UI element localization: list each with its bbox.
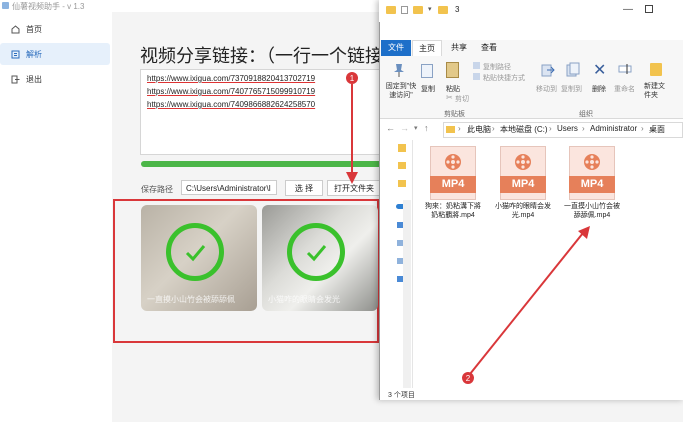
choose-button[interactable]: 选 择 bbox=[285, 180, 323, 196]
result-card[interactable]: 一直摸小山竹会被舔舔佩 bbox=[141, 205, 257, 311]
save-path-input[interactable]: C:\Users\Administrator\I bbox=[181, 180, 277, 195]
file-item[interactable]: MP4 小猫咋的眼睛会发光.mp4 bbox=[492, 146, 554, 220]
file-type-badge: MP4 bbox=[430, 176, 476, 193]
up-icon[interactable]: ↑ bbox=[424, 123, 429, 133]
recent-dropdown-icon[interactable]: ▾ bbox=[414, 124, 418, 132]
title-folder-icon bbox=[438, 6, 448, 14]
breadcrumb-separator: › bbox=[549, 124, 552, 133]
result-caption: 一直摸小山竹会被舔舔佩 bbox=[147, 295, 235, 304]
properties-icon[interactable] bbox=[401, 6, 408, 14]
links-textarea[interactable]: https://www.ixigua.com/73709188204137027… bbox=[140, 69, 387, 155]
breadcrumb-this-pc[interactable]: 此电脑 bbox=[467, 124, 491, 135]
page-title: 视频分享链接：（一行一个链接） bbox=[140, 46, 401, 66]
back-icon[interactable]: ← bbox=[386, 123, 395, 133]
move-to-label[interactable]: 移动到 bbox=[536, 84, 557, 94]
breadcrumb-separator: › bbox=[641, 124, 644, 133]
delete-icon[interactable]: ✕ bbox=[593, 60, 606, 80]
minimize-icon[interactable]: — bbox=[623, 4, 633, 15]
rename-label[interactable]: 重命名 bbox=[614, 84, 635, 94]
nav-item-parse[interactable]: 解析 bbox=[0, 43, 110, 65]
breadcrumb-separator: › bbox=[492, 124, 495, 133]
mp4-file-icon: MP4 bbox=[569, 146, 615, 200]
breadcrumb-users[interactable]: Users bbox=[557, 124, 578, 133]
breadcrumb-separator: › bbox=[582, 124, 585, 133]
quick-access-icon[interactable] bbox=[398, 144, 406, 152]
organize-group-label: 组织 bbox=[579, 111, 593, 118]
nav-item-home[interactable]: 首页 bbox=[0, 18, 110, 40]
file-item[interactable]: MP4 一直摸小山竹会被舔舔佩.mp4 bbox=[561, 146, 623, 220]
file-name: 一直摸小山竹会被舔舔佩.mp4 bbox=[564, 203, 620, 219]
folder-icon[interactable] bbox=[398, 162, 406, 169]
cut-icon[interactable]: ✂ bbox=[446, 93, 453, 102]
copy-path-label[interactable]: 复制路径 bbox=[483, 62, 511, 72]
breadcrumb-desktop[interactable]: 桌面 bbox=[649, 124, 665, 135]
copy-path-icon[interactable] bbox=[473, 62, 480, 69]
link-line: https://www.ixigua.com/73709188204137027… bbox=[147, 74, 316, 83]
nav-scrollbar[interactable] bbox=[403, 200, 411, 388]
status-bar-count: 3 个项目 bbox=[388, 392, 415, 399]
copy-to-label[interactable]: 复制到 bbox=[561, 84, 582, 94]
app-title: 仙薯视频助手 - v 1.3 bbox=[12, 2, 85, 11]
explorer-title: 3 bbox=[455, 5, 460, 14]
home-icon bbox=[11, 24, 20, 34]
link-line: https://www.ixigua.com/74077657150999107… bbox=[147, 87, 316, 96]
tab-share[interactable]: 共享 bbox=[444, 40, 474, 56]
paste-icon[interactable] bbox=[446, 62, 459, 78]
nav-label-home: 首页 bbox=[26, 24, 42, 34]
pin-icon[interactable] bbox=[392, 62, 406, 78]
app-logo-icon bbox=[2, 2, 9, 9]
nav-label-parse: 解析 bbox=[26, 49, 42, 59]
open-folder-button[interactable]: 打开文件夹 bbox=[327, 180, 381, 196]
sidebar: 首页 解析 退出 bbox=[0, 12, 112, 422]
folder-icon bbox=[386, 6, 396, 14]
file-type-badge: MP4 bbox=[569, 176, 615, 193]
address-folder-icon bbox=[446, 126, 455, 133]
done-ring-icon bbox=[166, 223, 224, 281]
link-line: https://www.ixigua.com/74098668826242585… bbox=[147, 100, 316, 109]
new-folder-small-icon[interactable] bbox=[413, 6, 423, 14]
folder-icon[interactable] bbox=[398, 180, 406, 187]
explorer-titlebar: ▾ 3 — bbox=[379, 0, 683, 22]
copy-label[interactable]: 复制 bbox=[421, 84, 435, 94]
new-folder-label[interactable]: 新建文件夹 bbox=[644, 82, 670, 100]
nav-label-exit: 退出 bbox=[26, 74, 42, 84]
file-name: 小猫咋的眼睛会发光.mp4 bbox=[495, 203, 551, 219]
progress-bar bbox=[141, 161, 385, 167]
paste-shortcut-label[interactable]: 粘贴快捷方式 bbox=[483, 73, 525, 83]
breadcrumb-administrator[interactable]: Administrator bbox=[590, 124, 637, 133]
copy-icon[interactable] bbox=[421, 64, 433, 78]
result-card[interactable]: 小猫咋的眼睛会发光 bbox=[262, 205, 378, 311]
breadcrumb-c-drive[interactable]: 本地磁盘 (C:) bbox=[500, 124, 548, 135]
quick-access-dropdown-icon[interactable]: ▾ bbox=[428, 5, 432, 13]
move-to-icon[interactable] bbox=[541, 62, 555, 78]
delete-label[interactable]: 删除 bbox=[592, 84, 606, 94]
file-type-badge: MP4 bbox=[500, 176, 546, 193]
result-caption: 小猫咋的眼睛会发光 bbox=[268, 295, 340, 304]
new-folder-icon[interactable] bbox=[650, 63, 662, 76]
file-name: 狗來：奶粘溝下將奶粘覇將.mp4 bbox=[425, 203, 481, 219]
forward-icon[interactable]: → bbox=[400, 123, 409, 133]
exit-icon bbox=[11, 75, 20, 84]
pin-quick-access-label[interactable]: 固定到"快速访问" bbox=[384, 82, 418, 100]
file-item[interactable]: MP4 狗來：奶粘溝下將奶粘覇將.mp4 bbox=[422, 146, 484, 220]
mp4-file-icon: MP4 bbox=[500, 146, 546, 200]
breadcrumb-separator: › bbox=[458, 124, 461, 133]
tab-view[interactable]: 查看 bbox=[474, 40, 504, 56]
parse-icon bbox=[11, 50, 20, 59]
paste-shortcut-icon[interactable] bbox=[473, 73, 480, 80]
mp4-file-icon: MP4 bbox=[430, 146, 476, 200]
rename-icon[interactable] bbox=[618, 63, 632, 75]
clipboard-group-label: 剪贴板 bbox=[444, 111, 465, 118]
nav-item-exit[interactable]: 退出 bbox=[0, 68, 110, 90]
cut-label[interactable]: 剪切 bbox=[455, 94, 469, 104]
tab-home[interactable]: 主页 bbox=[412, 40, 442, 56]
tab-file[interactable]: 文件 bbox=[381, 40, 411, 56]
done-ring-icon bbox=[287, 223, 345, 281]
copy-to-icon[interactable] bbox=[566, 62, 580, 78]
maximize-icon[interactable] bbox=[645, 5, 653, 13]
save-path-label: 保存路径 bbox=[141, 185, 173, 194]
